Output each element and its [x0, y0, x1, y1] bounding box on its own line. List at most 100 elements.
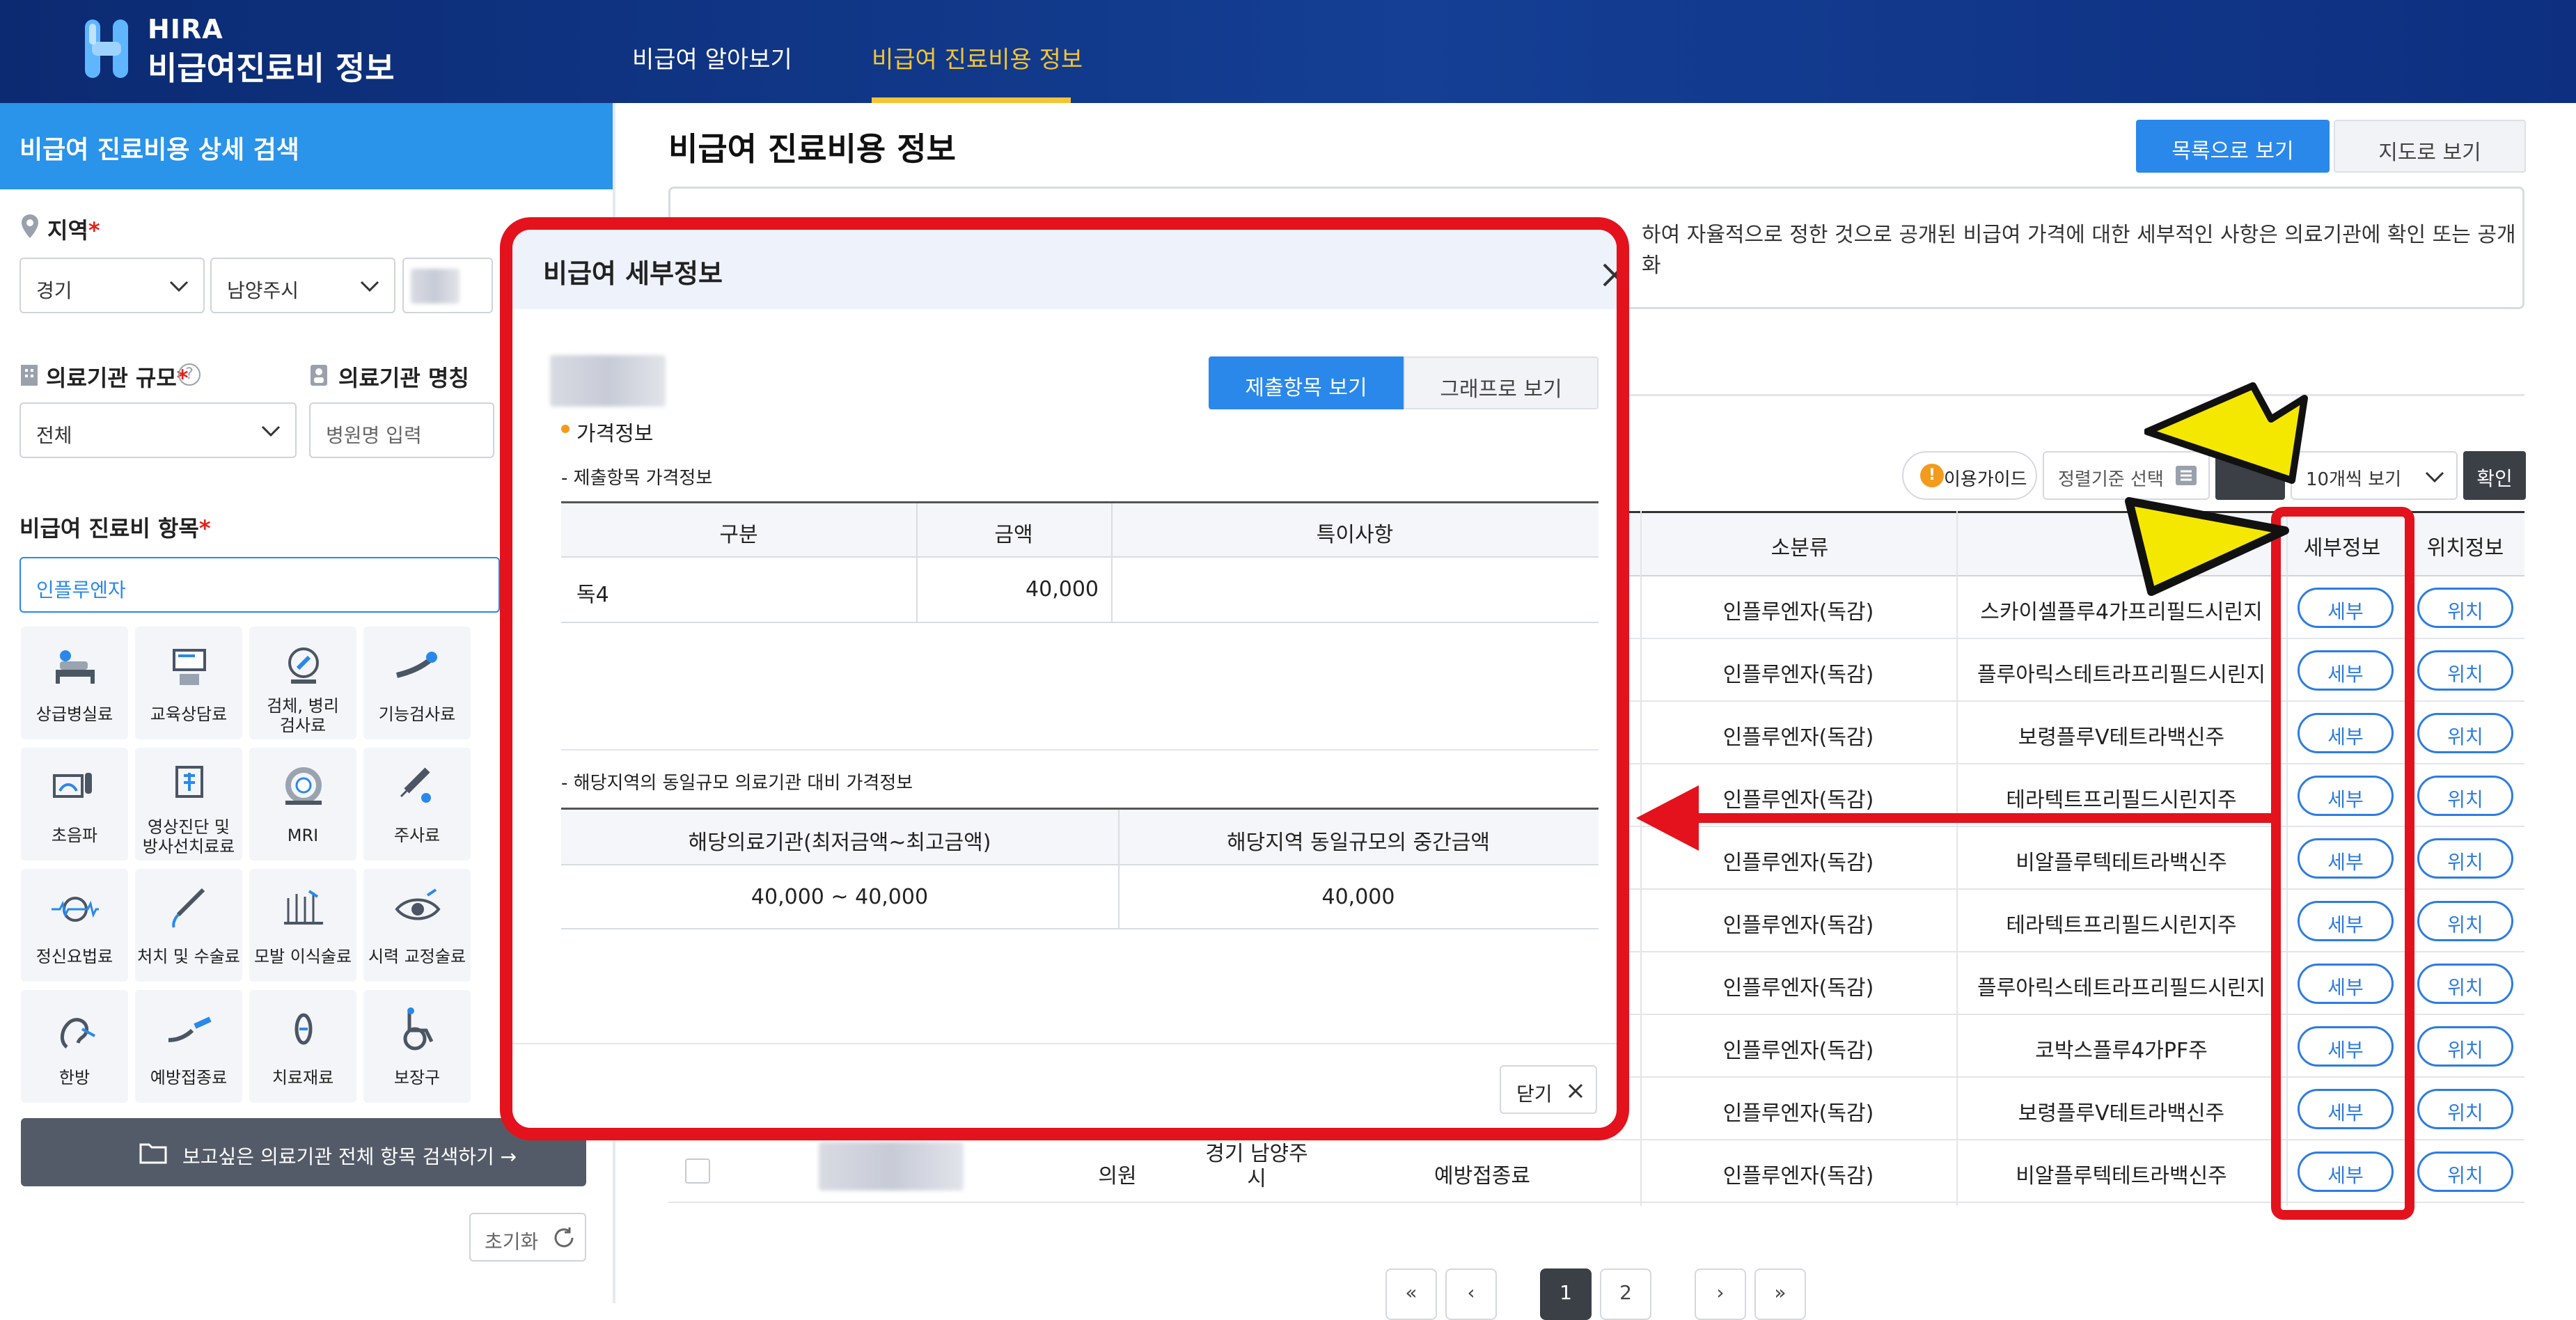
row-checkbox[interactable] [685, 1158, 710, 1184]
location-button[interactable]: 위치 [2417, 650, 2513, 691]
annotation-arrow-line [1685, 813, 2271, 823]
cell-subcategory: 인플루엔자(독감) [1722, 1039, 1874, 1063]
cell-range: 40,000 ~ 40,000 [751, 885, 929, 909]
cell-subcategory: 인플루엔자(독감) [1722, 663, 1874, 687]
region-province-select[interactable]: 경기 [19, 258, 205, 313]
cell-kind: 독4 [576, 583, 609, 607]
cell-detail: 비알플루텍테트라백신주 [2016, 1164, 2227, 1188]
category-material[interactable]: 치료재료 [249, 990, 356, 1103]
hospital-name-blurred [550, 355, 666, 407]
location-button[interactable]: 위치 [2417, 588, 2513, 628]
item-search-input[interactable]: 인플루엔자 [19, 557, 500, 613]
help-icon[interactable]: ? [178, 363, 201, 386]
brand-title[interactable]: 비급여진료비 정보 [148, 43, 395, 89]
category-surgery[interactable]: 처치 및 수술료 [135, 869, 242, 982]
header-kind: 구분 [719, 523, 758, 547]
cell-subcategory: 인플루엔자(독감) [1722, 913, 1874, 938]
region-district-select[interactable] [402, 258, 493, 313]
submitted-price-heading: - 제출항목 가격정보 [561, 468, 713, 489]
sidebar-title: 비급여 진료비용 상세 검색 [0, 103, 615, 189]
region-city-select[interactable]: 남양주시 [210, 258, 395, 313]
reset-button[interactable]: 초기화 [469, 1213, 586, 1262]
info-icon: ! [1920, 464, 1944, 487]
location-button[interactable]: 위치 [2417, 1089, 2513, 1129]
category-hair[interactable]: 모발 이식술료 [249, 869, 356, 982]
category-label: 시력 교정술료 [368, 947, 466, 966]
last-page-button[interactable]: » [1754, 1268, 1806, 1320]
chevron-down-icon [169, 281, 189, 292]
hospital-name-input[interactable]: 병원명 입력 [309, 402, 494, 458]
location-button[interactable]: 위치 [2417, 1152, 2513, 1192]
close-label: 닫기 [1516, 1083, 1553, 1106]
chevron-down-icon [360, 281, 379, 292]
cell-amount: 40,000 [1026, 577, 1099, 602]
category-injection[interactable]: 주사료 [363, 748, 471, 861]
category-specimen[interactable]: 검체, 병리 검사료 [249, 627, 356, 739]
category-psych[interactable]: 정신요법료 [21, 869, 128, 982]
regional-price-table: 해당의료기관(최저금액~최고금액) 해당지역 동일규모의 중간금액 40,000… [561, 808, 1599, 930]
price-info-heading: 가격정보 [576, 422, 654, 446]
modal-title: 비급여 세부정보 [543, 258, 723, 289]
location-button[interactable]: 위치 [2417, 964, 2513, 1004]
page-1-button[interactable]: 1 [1540, 1268, 1592, 1320]
category-label: 상급병실료 [36, 705, 113, 724]
category-room-fee[interactable]: 상급병실료 [21, 627, 128, 739]
next-page-button[interactable]: › [1695, 1268, 1746, 1320]
eye-icon [395, 888, 441, 920]
category-label: 검체, 병리 검사료 [249, 696, 356, 735]
first-page-button[interactable]: « [1385, 1268, 1437, 1320]
brand-line1: HIRA [148, 14, 223, 45]
location-button[interactable]: 위치 [2417, 901, 2513, 941]
hair-icon [284, 890, 323, 925]
cell-median: 40,000 [1321, 885, 1395, 909]
location-button[interactable]: 위치 [2417, 838, 2513, 879]
view-map-button[interactable]: 지도로 보기 [2334, 120, 2526, 173]
region-label-text: 지역 [47, 217, 88, 244]
search-all-items-button[interactable]: 보고싶은 의료기관 전체 항목 검색하기 → [21, 1118, 586, 1186]
header-note: 특이사항 [1316, 523, 1394, 547]
modal-close-button[interactable]: 닫기 [1500, 1065, 1597, 1114]
tab-submitted-items[interactable]: 제출항목 보기 [1209, 356, 1404, 409]
tab-graph[interactable]: 그래프로 보기 [1404, 356, 1599, 409]
column-location: 위치정보 [2426, 536, 2504, 560]
nav-active-indicator [872, 97, 1071, 103]
category-label-line: 방사선치료료 [142, 837, 235, 856]
category-function-test[interactable]: 기능검사료 [363, 627, 471, 739]
nav-item-about[interactable]: 비급여 알아보기 [632, 40, 792, 74]
category-ultrasound[interactable]: 초음파 [21, 748, 128, 861]
category-counseling[interactable]: 교육상담료 [135, 627, 242, 739]
regional-price-heading: - 해당지역의 동일규모 의료기관 대비 가격정보 [561, 773, 913, 794]
page-size-select[interactable]: 10개씩 보기 [2291, 451, 2458, 500]
category-assistive[interactable]: 보장구 [363, 990, 471, 1103]
prev-page-button[interactable]: ‹ [1445, 1268, 1497, 1320]
modal-footer-divider [512, 1043, 1617, 1044]
bed-icon [56, 650, 95, 684]
location-button[interactable]: 위치 [2417, 713, 2513, 753]
cell-type: 의원 [1098, 1164, 1137, 1188]
required-mark: * [88, 217, 100, 244]
category-mri[interactable]: MRI [249, 748, 356, 861]
item-label-text: 비급여 진료비 항목 [19, 515, 199, 542]
category-label: 한방 [58, 1068, 91, 1087]
location-button[interactable]: 위치 [2417, 1026, 2513, 1067]
category-vision[interactable]: 시력 교정술료 [363, 869, 471, 982]
scale-select[interactable]: 전체 [19, 402, 297, 458]
hira-logo-icon[interactable] [82, 15, 131, 82]
page-2-button[interactable]: 2 [1600, 1268, 1651, 1320]
confirm-button[interactable]: 확인 [2463, 451, 2526, 500]
location-button[interactable]: 위치 [2417, 776, 2513, 816]
submitted-price-table: 구분 금액 특이사항 독4 40,000 [561, 501, 1599, 623]
hospital-name-label: 의료기관 명칭 [338, 365, 469, 391]
close-icon[interactable] [1601, 262, 1617, 288]
category-vaccination[interactable]: 예방접종료 [135, 990, 242, 1103]
cell-detail: 플루아릭스테트라프리필드시린지 [1977, 663, 2265, 687]
annotation-arrowhead-icon [1636, 785, 1699, 851]
category-oriental[interactable]: 한방 [21, 990, 128, 1103]
cell-category: 예방접종료 [1434, 1164, 1530, 1188]
view-list-button[interactable]: 목록으로 보기 [2136, 120, 2330, 173]
lens-icon [294, 1013, 313, 1045]
vaccine-arm-icon [168, 1016, 212, 1042]
category-imaging[interactable]: 영상진단 및 방사선치료료 [135, 748, 242, 861]
nav-item-cost-info[interactable]: 비급여 진료비용 정보 [872, 40, 1083, 74]
mri-icon [285, 767, 322, 805]
